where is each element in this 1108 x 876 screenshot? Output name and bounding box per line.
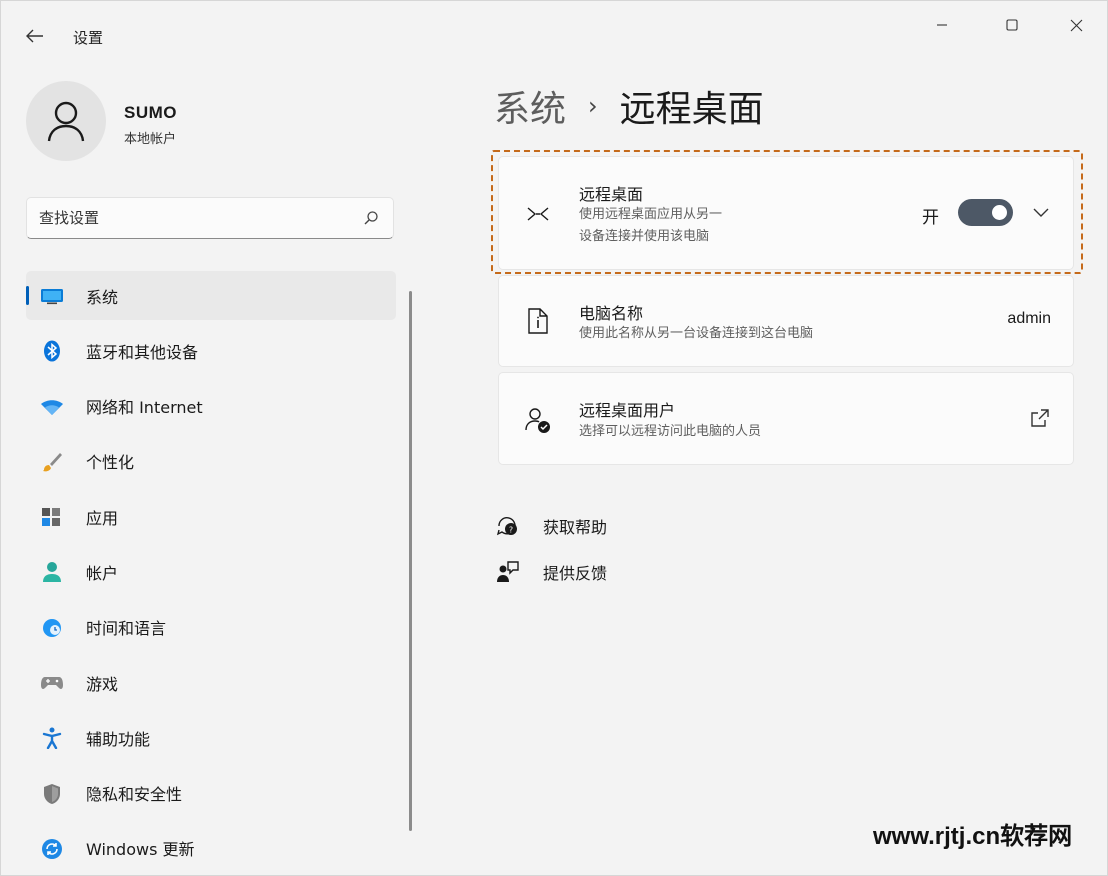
pc-name-card[interactable]: 电脑名称 使用此名称从另一台设备连接到这台电脑 admin (498, 275, 1074, 367)
sidebar-item-bluetooth[interactable]: 蓝牙和其他设备 (26, 326, 396, 375)
sidebar-item-label: 应用 (86, 508, 119, 528)
sidebar-item-label: 系统 (86, 287, 119, 307)
remote-desktop-users-card[interactable]: 远程桌面用户 选择可以远程访问此电脑的人员 (498, 372, 1074, 465)
remote-desktop-icon (523, 199, 553, 229)
card-description: 使用此名称从另一台设备连接到这台电脑 (579, 326, 814, 341)
remote-desktop-toggle[interactable] (958, 199, 1013, 226)
back-button[interactable] (19, 21, 51, 51)
help-chat-icon: ? (495, 513, 521, 539)
sidebar-item-label: Windows 更新 (86, 840, 195, 860)
minimize-button[interactable] (919, 9, 965, 41)
card-description: 设备连接并使用该电脑 (579, 229, 710, 244)
breadcrumb-parent[interactable]: 系统 (494, 80, 566, 132)
sidebar-item-system[interactable]: 系统 (26, 271, 396, 320)
arrow-left-icon (26, 29, 43, 43)
feedback-icon (495, 559, 521, 585)
account-type: 本地帐户 (124, 132, 177, 147)
get-help-label: 获取帮助 (543, 518, 608, 537)
breadcrumb-separator: › (588, 92, 598, 120)
bluetooth-icon (40, 340, 64, 362)
card-title: 远程桌面 (579, 185, 644, 204)
maximize-icon (1006, 19, 1018, 31)
card-description: 选择可以远程访问此电脑的人员 (579, 424, 762, 439)
sidebar-item-accounts[interactable]: 帐户 (26, 547, 396, 596)
card-description: 使用远程桌面应用从另一 (579, 207, 723, 222)
sidebar-scrollbar[interactable] (409, 291, 412, 831)
brush-icon (40, 451, 64, 473)
sidebar-item-label: 游戏 (86, 674, 119, 694)
svg-text:?: ? (509, 526, 513, 535)
monitor-icon (40, 285, 64, 307)
person-icon (40, 561, 64, 583)
pc-name-value: admin (1007, 310, 1051, 327)
person-check-icon (523, 405, 553, 435)
sidebar-item-accessibility[interactable]: 辅助功能 (26, 713, 396, 762)
user-name: SUMO (124, 103, 177, 122)
search-input[interactable] (39, 206, 349, 230)
get-help-link[interactable]: ? 获取帮助 (495, 513, 607, 539)
maximize-button[interactable] (989, 9, 1035, 41)
feedback-link[interactable]: 提供反馈 (495, 559, 607, 585)
search-box[interactable] (26, 197, 394, 239)
sidebar-item-time-language[interactable]: 时间和语言 (26, 603, 396, 652)
gamepad-icon (40, 672, 64, 694)
title-bar: 设置 (1, 1, 1107, 71)
page-title: 远程桌面 (619, 89, 764, 130)
chevron-down-icon[interactable] (1029, 201, 1053, 225)
sidebar-item-label: 帐户 (86, 563, 119, 583)
sidebar-item-apps[interactable]: 应用 (26, 492, 396, 541)
accessibility-icon (40, 727, 64, 750)
update-icon (40, 838, 64, 860)
feedback-label: 提供反馈 (543, 564, 608, 583)
toggle-knob (992, 205, 1007, 220)
shield-icon (40, 783, 64, 805)
toggle-state-label: 开 (922, 208, 939, 228)
sidebar-item-label: 辅助功能 (86, 729, 151, 749)
close-button[interactable] (1053, 9, 1099, 41)
sidebar-item-privacy[interactable]: 隐私和安全性 (26, 769, 396, 818)
wifi-icon (40, 396, 64, 418)
card-title: 远程桌面用户 (579, 401, 676, 420)
document-info-icon (523, 306, 553, 336)
card-title: 电脑名称 (579, 304, 644, 323)
sidebar-item-label: 个性化 (86, 453, 135, 473)
remote-desktop-card[interactable]: 远程桌面 使用远程桌面应用从另一 设备连接并使用该电脑 开 (498, 156, 1074, 270)
sidebar-item-gaming[interactable]: 游戏 (26, 658, 396, 707)
watermark: www.rjtj.cn软荐网 (873, 823, 1073, 850)
minimize-icon (937, 24, 947, 26)
sidebar-item-windows-update[interactable]: Windows 更新 (26, 824, 396, 873)
sidebar-item-network[interactable]: 网络和 Internet (26, 382, 396, 431)
avatar[interactable] (26, 81, 106, 161)
person-icon (47, 101, 85, 142)
sidebar-item-label: 隐私和安全性 (86, 785, 183, 805)
sidebar-item-personalization[interactable]: 个性化 (26, 437, 396, 486)
globe-clock-icon (40, 617, 64, 639)
settings-window: 设置 SUMO 本地帐户 系统 (0, 0, 1108, 876)
sidebar-item-label: 网络和 Internet (86, 398, 203, 418)
search-icon[interactable] (363, 210, 379, 226)
sidebar-nav: 系统 蓝牙和其他设备 网络和 Internet 个性化 应用 帐户 时间和语言 … (26, 271, 396, 876)
close-icon (1070, 19, 1082, 31)
sidebar-item-label: 时间和语言 (86, 619, 167, 639)
app-title: 设置 (73, 29, 104, 47)
apps-icon (40, 506, 64, 528)
external-link-icon[interactable] (1029, 407, 1051, 429)
breadcrumb: 系统 › 远程桌面 (494, 81, 764, 131)
sidebar-item-label: 蓝牙和其他设备 (86, 342, 199, 362)
